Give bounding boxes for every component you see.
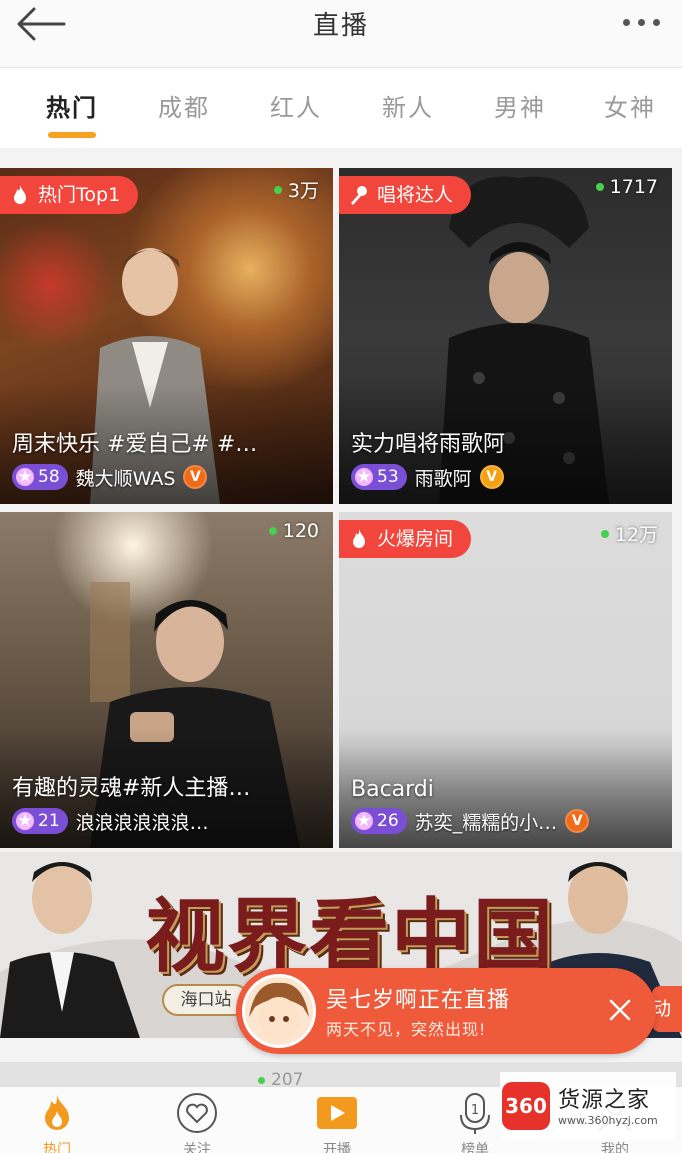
viewer-count: 1717 bbox=[595, 176, 658, 198]
star-icon: ★ bbox=[16, 467, 34, 487]
top-bar: 直播 bbox=[0, 0, 682, 68]
watermark-url: www.360hyzj.com bbox=[558, 1114, 658, 1127]
nav-hot[interactable]: 热门 bbox=[2, 1091, 112, 1153]
flame-icon bbox=[14, 185, 26, 204]
live-room-card[interactable]: 120 有趣的灵魂#新人主播… ★ 21 浪浪浪浪浪浪… bbox=[0, 512, 333, 848]
tab-chengdu[interactable]: 成都 bbox=[134, 88, 234, 123]
notice-subtitle: 两天不见，突然出现! bbox=[326, 1020, 487, 1039]
streamer-info: ★ 21 浪浪浪浪浪浪… bbox=[12, 806, 209, 836]
heart-icon bbox=[177, 1093, 217, 1133]
svg-text:1: 1 bbox=[471, 1103, 479, 1118]
online-dot-icon bbox=[600, 529, 609, 538]
notice-title: 吴七岁啊正在直播 bbox=[326, 988, 511, 1013]
online-dot-icon bbox=[258, 1076, 265, 1084]
online-dot-icon bbox=[595, 183, 604, 191]
room-title: Bacardi bbox=[351, 777, 434, 802]
nav-go-live[interactable]: 开播 bbox=[282, 1091, 392, 1153]
room-title: 实力唱将雨歌阿 bbox=[351, 432, 506, 457]
flame-icon bbox=[353, 529, 365, 548]
star-icon: ★ bbox=[16, 811, 34, 831]
avatar bbox=[242, 974, 316, 1048]
nav-follow[interactable]: 关注 bbox=[142, 1091, 252, 1153]
watermark-logo: 360 bbox=[502, 1082, 550, 1130]
live-now-notice[interactable]: 吴七岁啊正在直播 两天不见，突然出现! bbox=[236, 968, 656, 1054]
live-app-screen: 直播 热门 成都 红人 新人 男神 女神 热门Top1 3万 周末快乐 #爱自己… bbox=[0, 0, 682, 1153]
badge-label: 火爆房间 bbox=[377, 528, 454, 550]
streamer-name: 苏奕_糯糯的小… bbox=[414, 811, 558, 834]
activity-side-button[interactable]: 动 bbox=[652, 986, 682, 1032]
online-dot-icon bbox=[268, 527, 277, 535]
badge-label: 热门Top1 bbox=[38, 184, 121, 206]
watermark: 360 货源之家 www.360hyzj.com bbox=[500, 1072, 676, 1140]
streamer-name: 雨歌阿 bbox=[414, 467, 472, 490]
level-badge: ★ 26 bbox=[351, 808, 407, 834]
flame-icon bbox=[45, 1095, 69, 1130]
streamer-name: 浪浪浪浪浪浪… bbox=[75, 811, 209, 834]
streamer-info: ★ 53 雨歌阿 V bbox=[351, 462, 504, 492]
viewer-count: 12万 bbox=[600, 520, 658, 547]
category-tabs: 热门 成都 红人 新人 男神 女神 bbox=[0, 68, 682, 148]
tab-influencer[interactable]: 红人 bbox=[246, 88, 346, 123]
microphone-icon bbox=[351, 186, 367, 205]
room-badge: 火爆房间 bbox=[339, 520, 472, 558]
watermark-name: 货源之家 bbox=[558, 1088, 651, 1113]
badge-label: 唱将达人 bbox=[377, 184, 454, 206]
close-icon[interactable] bbox=[608, 998, 632, 1022]
level-badge: ★ 53 bbox=[351, 464, 407, 490]
room-title: 有趣的灵魂#新人主播… bbox=[12, 776, 251, 801]
viewer-count: 3万 bbox=[273, 176, 319, 203]
star-icon: ★ bbox=[355, 811, 373, 831]
tab-male[interactable]: 男神 bbox=[470, 88, 570, 123]
tab-newcomer[interactable]: 新人 bbox=[358, 88, 458, 123]
camera-icon bbox=[317, 1097, 357, 1129]
star-icon: ★ bbox=[355, 467, 373, 487]
level-badge: ★ 58 bbox=[12, 464, 68, 490]
live-room-card[interactable]: 唱将达人 1717 实力唱将雨歌阿 ★ 53 雨歌阿 V bbox=[339, 168, 672, 504]
online-dot-icon bbox=[273, 185, 282, 194]
rank-icon: 1 bbox=[460, 1093, 490, 1134]
streamer-name: 魏大顺WAS bbox=[75, 467, 176, 490]
level-badge: ★ 21 bbox=[12, 808, 68, 834]
room-badge: 唱将达人 bbox=[339, 176, 472, 214]
streamer-info: ★ 26 苏奕_糯糯的小… V bbox=[351, 806, 590, 836]
page-title: 直播 bbox=[312, 11, 369, 41]
verified-icon: V bbox=[183, 465, 208, 489]
verified-icon: V bbox=[479, 465, 504, 489]
active-tab-indicator bbox=[48, 132, 96, 138]
tab-hot[interactable]: 热门 bbox=[22, 88, 122, 123]
live-room-card[interactable]: 火爆房间 12万 Bacardi ★ 26 苏奕_糯糯的小… V bbox=[339, 512, 672, 848]
verified-icon: V bbox=[565, 809, 590, 833]
room-title: 周末快乐 #爱自己# #… bbox=[12, 432, 258, 457]
more-options-icon[interactable] bbox=[610, 10, 660, 34]
room-badge: 热门Top1 bbox=[0, 176, 139, 214]
tab-female[interactable]: 女神 bbox=[580, 88, 680, 123]
live-room-card[interactable]: 热门Top1 3万 周末快乐 #爱自己# #… ★ 58 魏大顺WAS V bbox=[0, 168, 333, 504]
streamer-info: ★ 58 魏大顺WAS V bbox=[12, 462, 208, 492]
viewer-count: 120 bbox=[268, 520, 319, 542]
